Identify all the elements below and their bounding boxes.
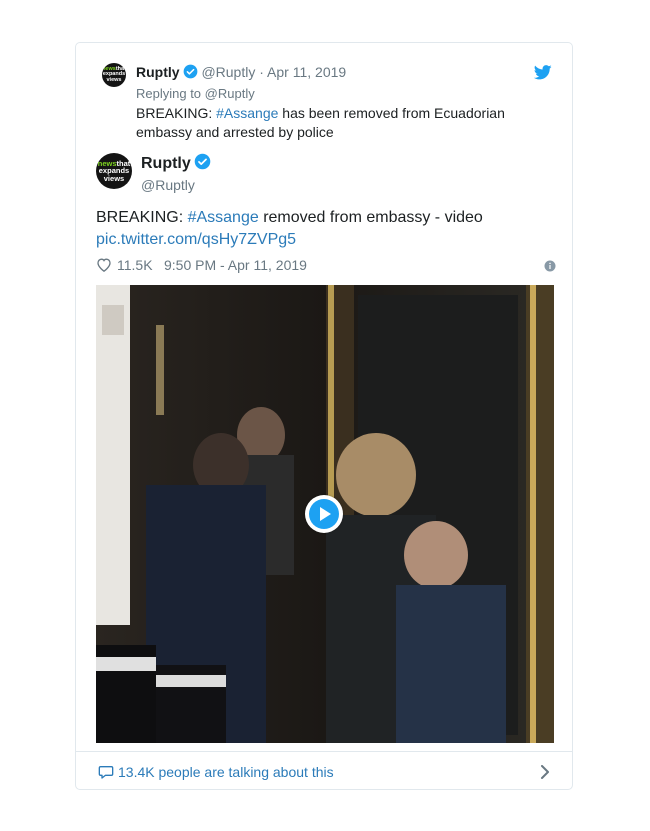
verified-badge-icon [183, 64, 198, 83]
newsthat-logo-icon: newsthat expands views [102, 65, 126, 83]
main-tweet-header: newsthat expands views Ruptly @Ruptly [96, 153, 536, 197]
replying-to: Replying to @Ruptly [136, 86, 255, 101]
hashtag-link[interactable]: #Assange [216, 105, 278, 121]
heart-icon[interactable] [96, 257, 112, 277]
chevron-right-icon[interactable] [540, 765, 550, 784]
parent-tweet-text: BREAKING: #Assange has been removed from… [136, 105, 505, 140]
separator-dot: · [259, 64, 264, 80]
author-name-row[interactable]: Ruptly [141, 153, 211, 176]
avatar[interactable]: newsthat expands views [96, 153, 132, 189]
author-handle[interactable]: @Ruptly [201, 64, 255, 80]
speech-bubble-icon [98, 764, 114, 785]
info-icon[interactable] [544, 257, 556, 277]
like-count[interactable]: 11.5K [117, 255, 153, 275]
author-name[interactable]: Ruptly [136, 64, 180, 80]
video-thumbnail[interactable] [96, 285, 554, 743]
verified-badge-icon [194, 153, 211, 176]
embedded-tweet-card: newsthat expands views Ruptly @Ruptly · … [75, 42, 573, 790]
tweet-text: BREAKING: #Assange removed from embassy … [96, 209, 483, 248]
author-handle[interactable]: @Ruptly [141, 176, 195, 194]
talking-about-link[interactable]: 13.4K people are talking about this [118, 763, 334, 781]
hashtag-link[interactable]: #Assange [188, 209, 259, 226]
avatar[interactable]: newsthat expands views [102, 63, 126, 87]
author-name[interactable]: Ruptly [141, 155, 191, 172]
tweet-date[interactable]: Apr 11, 2019 [267, 64, 346, 80]
conversation-footer[interactable]: 13.4K people are talking about this [76, 751, 572, 792]
tweet-meta-row: 11.5K 9:50 PM - Apr 11, 2019 [96, 255, 556, 275]
media-link[interactable]: pic.twitter.com/qsHy7ZVPg5 [96, 231, 296, 248]
twitter-bird-icon[interactable] [533, 65, 552, 85]
newsthat-logo-icon: newsthat expands views [97, 158, 131, 183]
tweet-timestamp[interactable]: 9:50 PM - Apr 11, 2019 [164, 255, 307, 275]
play-icon [309, 499, 339, 529]
play-button[interactable] [305, 495, 343, 533]
replying-handle[interactable]: @Ruptly [205, 86, 255, 101]
